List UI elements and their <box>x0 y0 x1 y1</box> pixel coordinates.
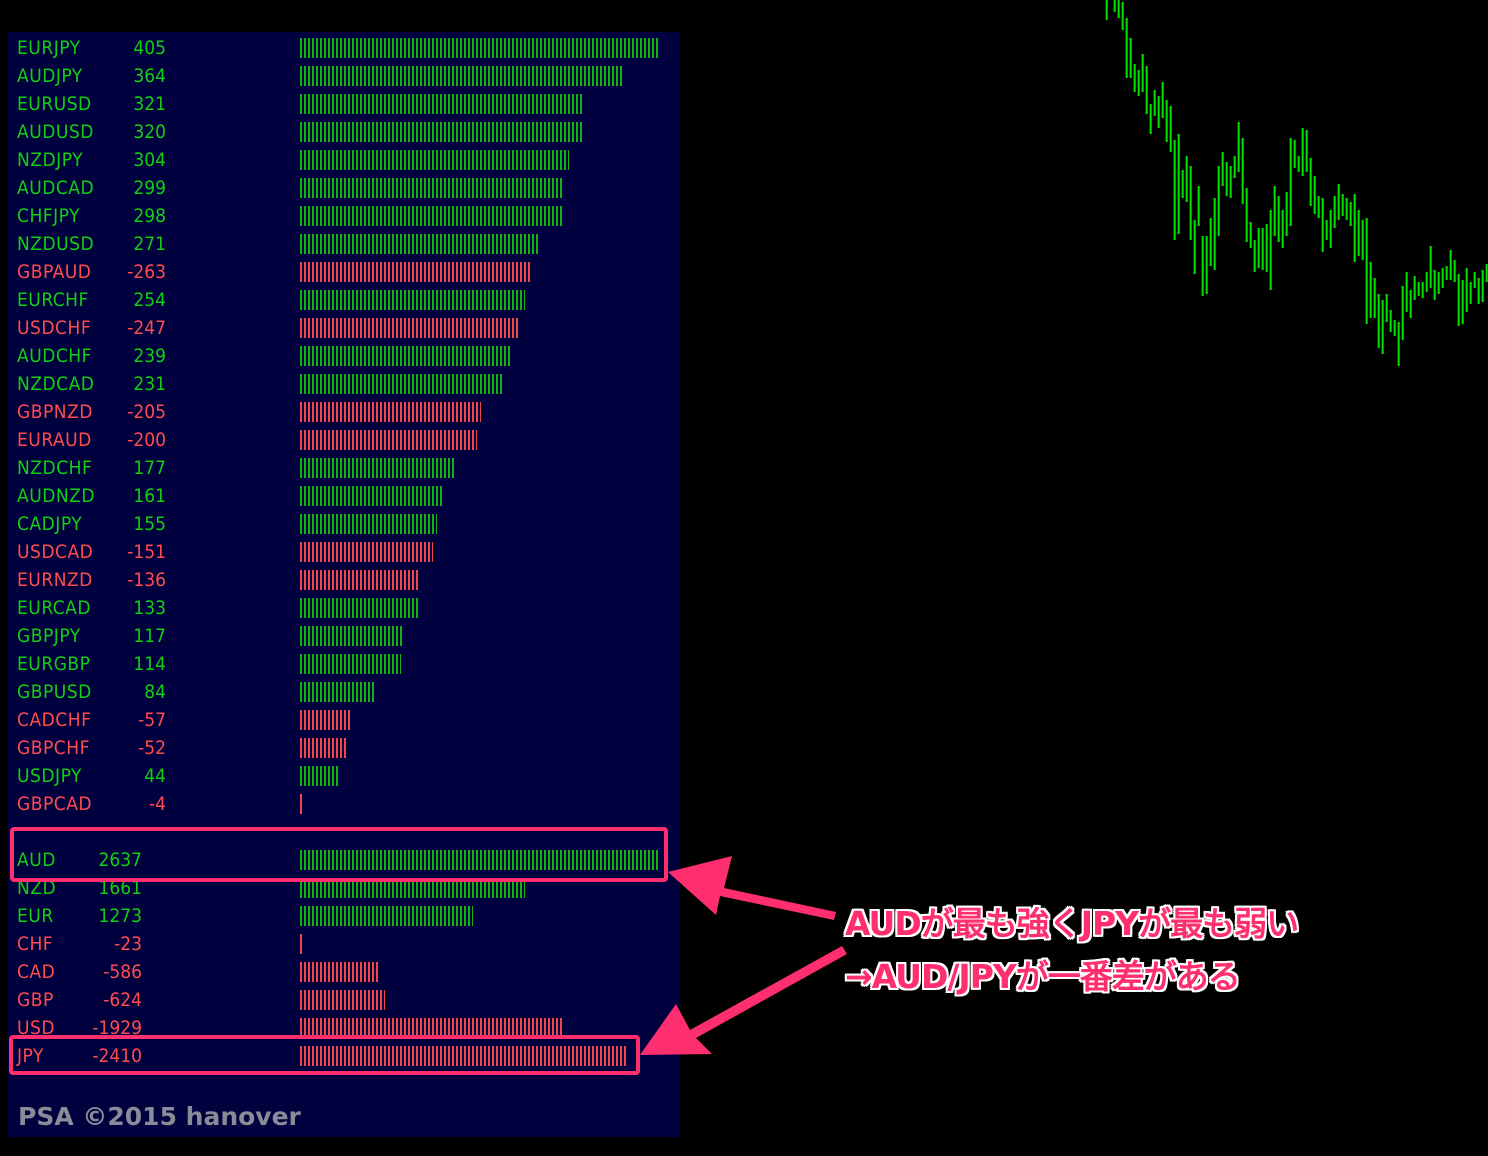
arrow-to-aud <box>668 856 836 920</box>
annotation-line-2: →AUD/JPYが一番差がある <box>845 957 1241 996</box>
arrow-to-jpy <box>640 946 847 1055</box>
annotation-overlay <box>9 827 847 1075</box>
highlight-box-aud <box>10 827 668 882</box>
annotation-line-1: AUDが最も強くJPYが最も弱い <box>845 904 1299 943</box>
highlight-box-jpy <box>9 1035 640 1075</box>
